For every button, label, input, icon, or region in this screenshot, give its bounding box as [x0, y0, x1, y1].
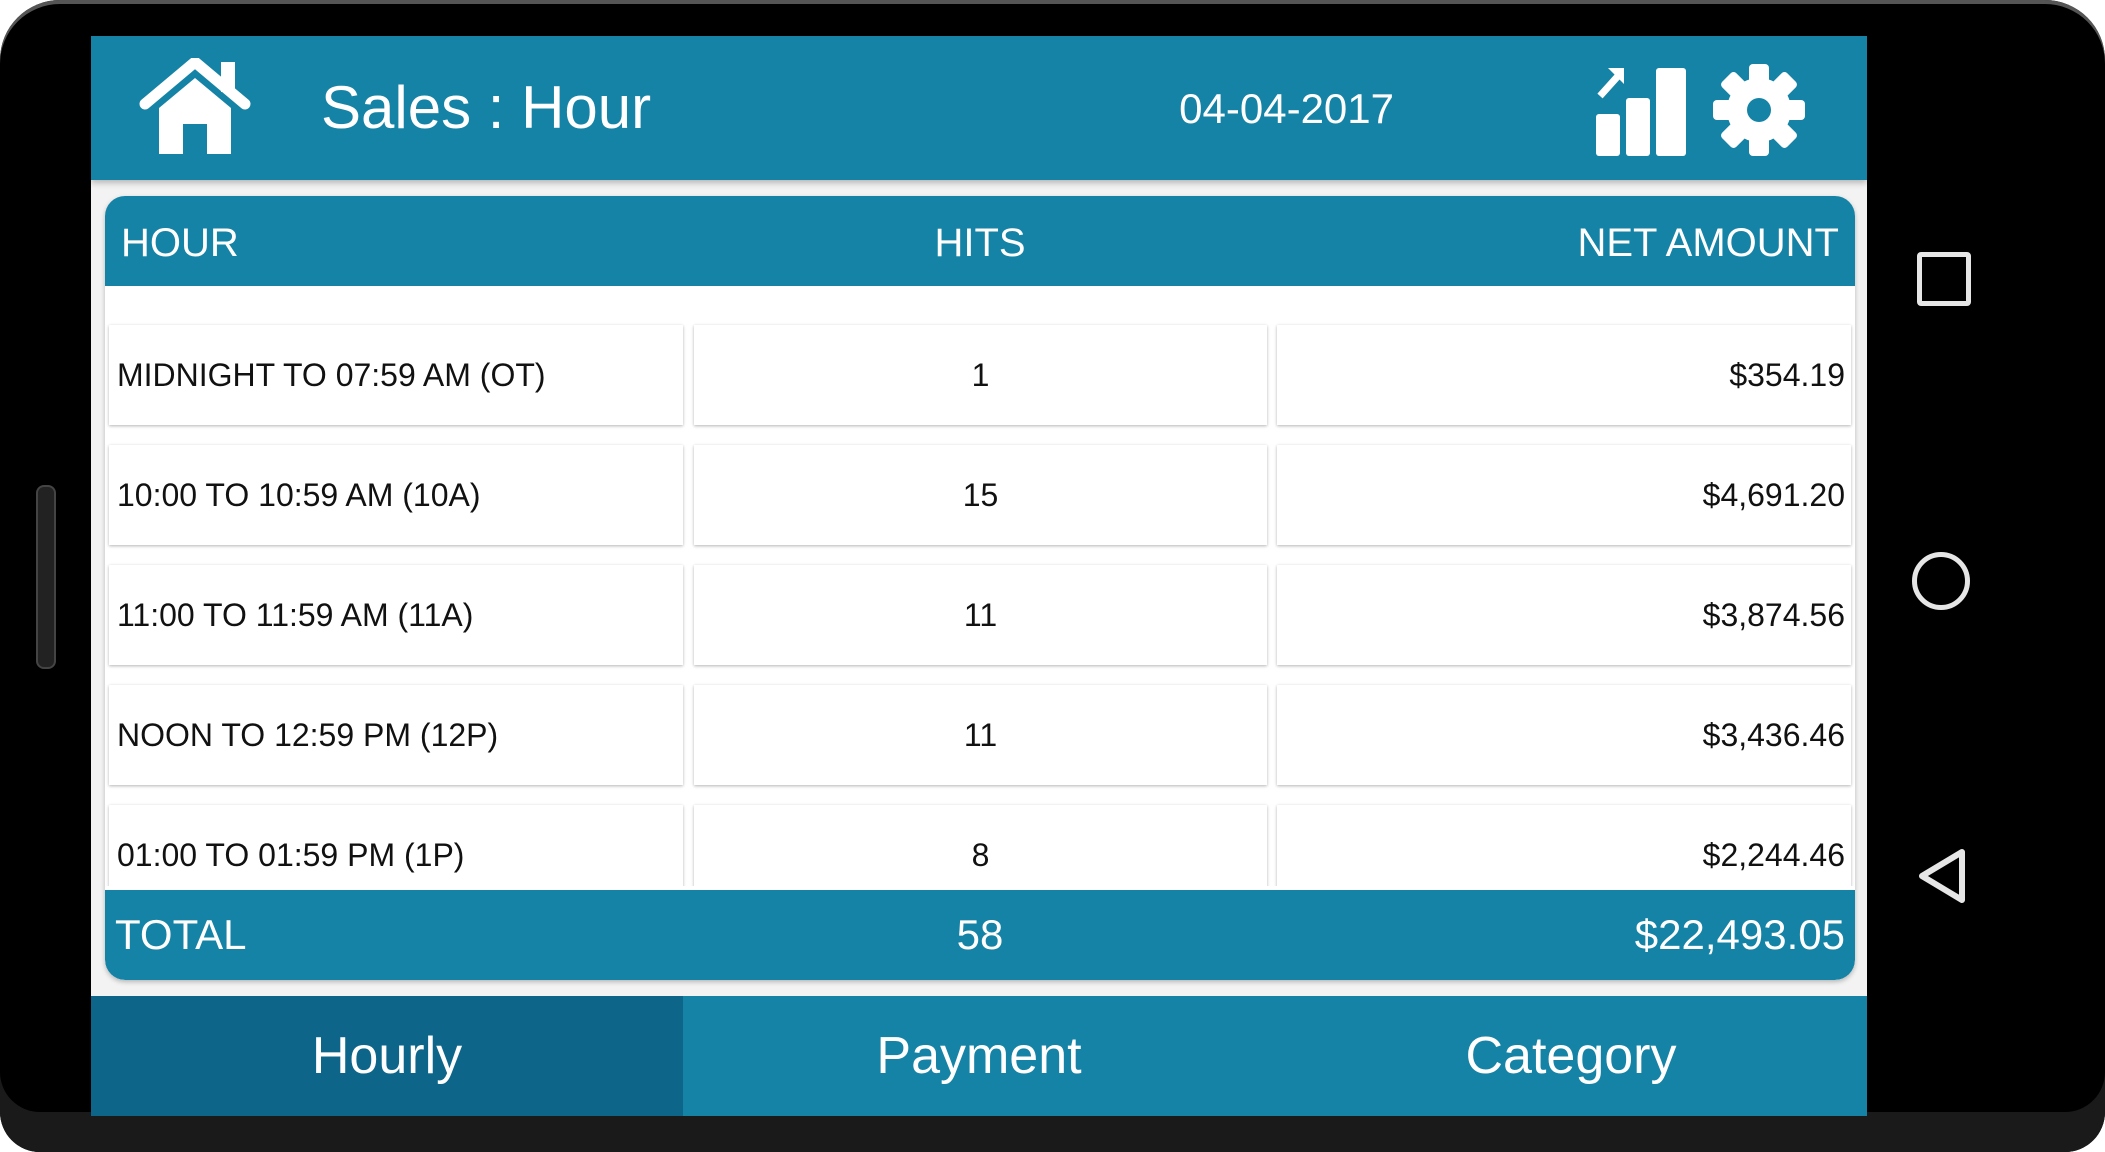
hour-cell: MIDNIGHT TO 07:59 AM (OT) [109, 325, 683, 425]
hour-cell: NOON TO 12:59 PM (12P) [109, 685, 683, 785]
hits-cell: 11 [694, 685, 1267, 785]
total-row: TOTAL 58 $22,493.05 [105, 890, 1855, 980]
tab-payment[interactable]: Payment [683, 996, 1275, 1116]
net-amount-cell: $3,874.56 [1277, 565, 1851, 665]
table-row[interactable]: MIDNIGHT TO 07:59 AM (OT) 1 $354.19 [109, 325, 1851, 427]
table-row[interactable]: 10:00 TO 10:59 AM (10A) 15 $4,691.20 [109, 445, 1851, 547]
hits-cell: 11 [694, 565, 1267, 665]
gear-icon[interactable] [1711, 62, 1807, 158]
recent-apps-icon[interactable] [1917, 252, 1971, 306]
net-amount-cell: $354.19 [1277, 325, 1851, 425]
bar-chart-growth-icon[interactable] [1594, 62, 1690, 156]
hour-cell: 10:00 TO 10:59 AM (10A) [109, 445, 683, 545]
hits-cell: 15 [694, 445, 1267, 545]
tab-hourly[interactable]: Hourly [91, 996, 683, 1116]
table-body[interactable]: MIDNIGHT TO 07:59 AM (OT) 1 $354.19 10:0… [105, 286, 1855, 886]
report-date[interactable]: 04-04-2017 [1179, 84, 1394, 134]
net-amount-cell: $3,436.46 [1277, 685, 1851, 785]
volume-button [36, 485, 56, 669]
hour-cell: 11:00 TO 11:59 AM (11A) [109, 565, 683, 665]
app-screen: Sales : Hour 04-04-2017 HOUR HITS NET AM… [91, 36, 1867, 1116]
tab-category[interactable]: Category [1275, 996, 1867, 1116]
bottom-tab-bar: Hourly Payment Category [91, 996, 1867, 1116]
table-row[interactable]: NOON TO 12:59 PM (12P) 11 $3,436.46 [109, 685, 1851, 787]
table-header: HOUR HITS NET AMOUNT [105, 196, 1855, 286]
table-row[interactable]: 01:00 TO 01:59 PM (1P) 8 $2,244.46 [109, 805, 1851, 886]
page-title: Sales : Hour [321, 74, 652, 141]
home-icon[interactable] [137, 58, 261, 158]
column-header-net-amount: NET AMOUNT [1577, 221, 1839, 265]
net-amount-cell: $2,244.46 [1277, 805, 1851, 886]
table-row[interactable]: 11:00 TO 11:59 AM (11A) 11 $3,874.56 [109, 565, 1851, 667]
back-icon[interactable] [1914, 846, 1974, 906]
hits-cell: 8 [694, 805, 1267, 886]
sales-table: HOUR HITS NET AMOUNT MIDNIGHT TO 07:59 A… [105, 196, 1855, 980]
app-bar: Sales : Hour 04-04-2017 [91, 36, 1867, 180]
total-net-amount: $22,493.05 [1634, 911, 1845, 958]
net-amount-cell: $4,691.20 [1277, 445, 1851, 545]
hits-cell: 1 [694, 325, 1267, 425]
nav-home-icon[interactable] [1912, 552, 1970, 610]
hour-cell: 01:00 TO 01:59 PM (1P) [109, 805, 683, 886]
total-hits: 58 [956, 911, 1004, 958]
device-frame: Sales : Hour 04-04-2017 HOUR HITS NET AM… [0, 0, 2105, 1152]
